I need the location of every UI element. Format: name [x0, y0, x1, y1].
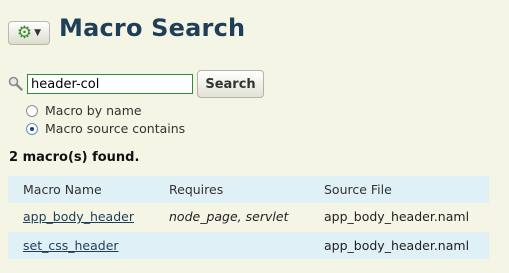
gear-icon: ⚙ [16, 22, 33, 43]
macro-name-link[interactable]: set_css_header [23, 232, 119, 259]
table-row: app_body_header node_page, servlet app_b… [8, 203, 489, 230]
option-macro-by-name[interactable]: Macro by name [26, 103, 142, 118]
search-button[interactable]: Search [197, 70, 264, 98]
table-header-row: Macro Name Requires Source File [8, 176, 489, 203]
results-table: Macro Name Requires Source File app_body… [8, 176, 489, 259]
option-macro-source-contains[interactable]: Macro source contains [26, 121, 185, 136]
option-label: Macro source contains [45, 121, 186, 136]
column-header-requires: Requires [169, 182, 224, 197]
option-label: Macro by name [45, 103, 142, 118]
macro-requires: node_page, servlet [169, 209, 289, 224]
result-count: 2 macro(s) found. [9, 150, 140, 165]
search-input[interactable] [27, 74, 193, 94]
page-title: Macro Search [59, 14, 246, 42]
radio-macro-source-contains[interactable] [26, 122, 38, 135]
radio-macro-by-name[interactable] [26, 104, 38, 117]
macro-name-link[interactable]: app_body_header [23, 203, 134, 230]
settings-menu-button[interactable]: ⚙ ▼ [8, 21, 50, 45]
magnifier-icon [8, 76, 23, 91]
column-header-source-file: Source File [324, 182, 392, 197]
chevron-down-icon: ▼ [34, 28, 42, 38]
table-row: set_css_header app_body_header.naml [8, 232, 489, 259]
macro-source-file: app_body_header.naml [324, 238, 470, 253]
macro-source-file: app_body_header.naml [324, 209, 470, 224]
column-header-macro-name: Macro Name [23, 182, 102, 197]
